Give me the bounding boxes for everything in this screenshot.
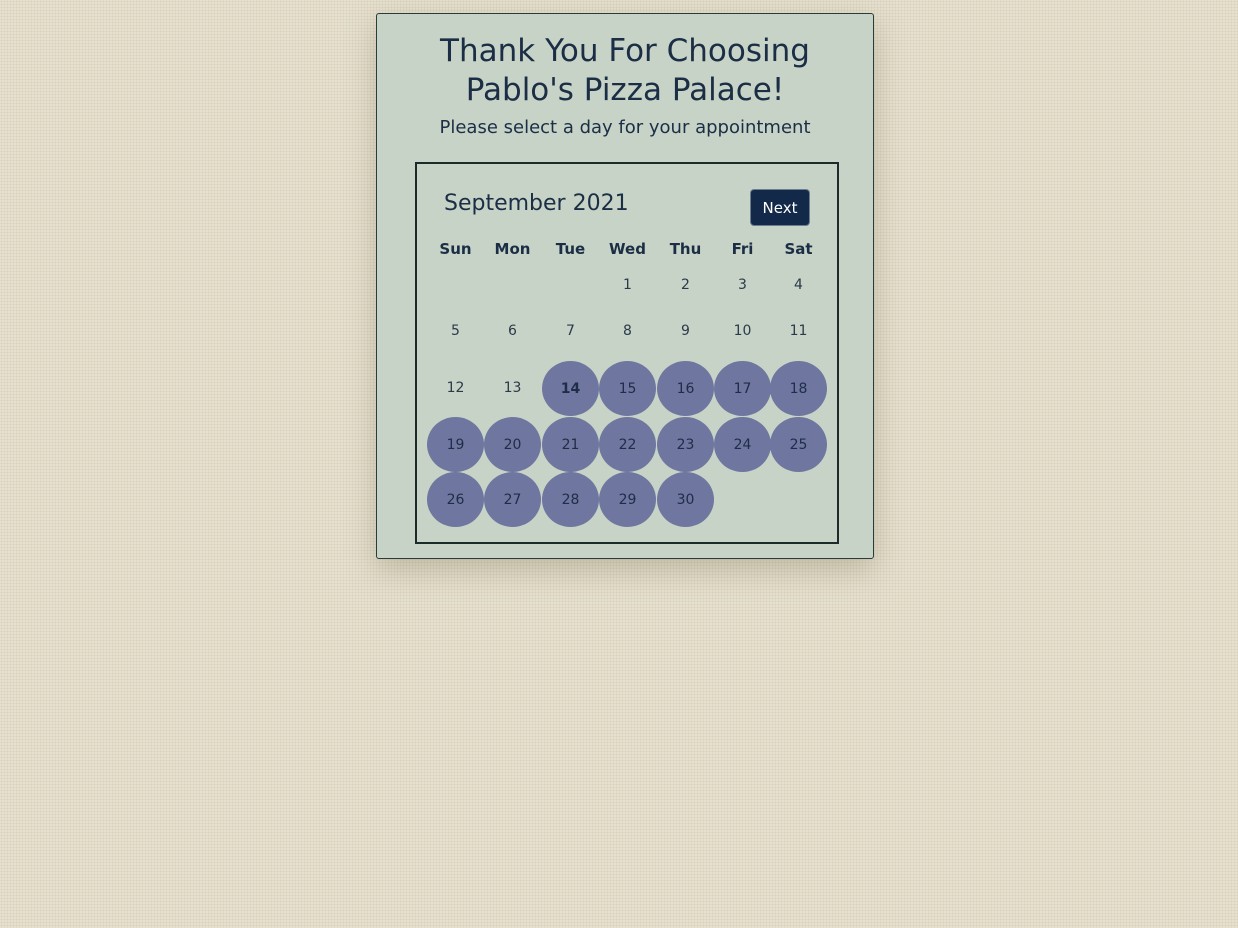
calendar-day-9: 9 — [681, 323, 690, 339]
calendar-day-22[interactable]: 22 — [599, 417, 656, 472]
calendar-day-14[interactable]: 14 — [542, 361, 599, 416]
calendar-day-24[interactable]: 24 — [714, 417, 771, 472]
month-label: September 2021 — [444, 191, 629, 216]
calendar: September 2021 Next Sun Mon Tue Wed Thu Fri Sa… — [415, 162, 839, 544]
next-month-button[interactable]: Next — [750, 189, 810, 226]
calendar-day-5: 5 — [451, 323, 460, 339]
calendar-day-7: 7 — [566, 323, 575, 339]
weekday-wed: Wed — [609, 240, 646, 258]
calendar-day-19[interactable]: 19 — [427, 417, 484, 472]
calendar-day-4: 4 — [794, 277, 803, 293]
calendar-day-25[interactable]: 25 — [770, 417, 827, 472]
calendar-day-23[interactable]: 23 — [657, 417, 714, 472]
calendar-day-15[interactable]: 15 — [599, 361, 656, 416]
calendar-day-11: 11 — [789, 323, 808, 339]
calendar-day-18[interactable]: 18 — [770, 361, 827, 416]
weekday-tue: Tue — [555, 240, 586, 258]
calendar-day-29[interactable]: 29 — [599, 472, 656, 527]
calendar-day-16[interactable]: 16 — [657, 361, 714, 416]
appointment-card: Thank You For Choosing Pablo's Pizza Pal… — [376, 13, 874, 559]
calendar-day-20[interactable]: 20 — [484, 417, 541, 472]
weekday-sat: Sat — [784, 240, 813, 258]
calendar-day-26[interactable]: 26 — [427, 472, 484, 527]
weekday-fri: Fri — [731, 240, 754, 258]
calendar-day-2: 2 — [681, 277, 690, 293]
weekday-sun: Sun — [439, 240, 472, 258]
calendar-day-6: 6 — [508, 323, 517, 339]
calendar-day-1: 1 — [623, 277, 632, 293]
calendar-day-27[interactable]: 27 — [484, 472, 541, 527]
calendar-day-21[interactable]: 21 — [542, 417, 599, 472]
weekday-mon: Mon — [494, 240, 531, 258]
title-line-2: Pablo's Pizza Palace! — [465, 72, 785, 108]
calendar-day-3: 3 — [738, 277, 747, 293]
calendar-day-13: 13 — [503, 380, 522, 396]
weekday-thu: Thu — [669, 240, 702, 258]
calendar-day-8: 8 — [623, 323, 632, 339]
page-subtitle: Please select a day for your appointment — [439, 117, 811, 138]
calendar-day-28[interactable]: 28 — [542, 472, 599, 527]
page-title: Thank You For Choosing Pablo's Pizza Pal… — [377, 32, 873, 110]
calendar-day-12: 12 — [446, 380, 465, 396]
calendar-day-17[interactable]: 17 — [714, 361, 771, 416]
calendar-day-10: 10 — [733, 323, 752, 339]
calendar-day-30[interactable]: 30 — [657, 472, 714, 527]
title-line-1: Thank You For Choosing — [440, 33, 810, 69]
